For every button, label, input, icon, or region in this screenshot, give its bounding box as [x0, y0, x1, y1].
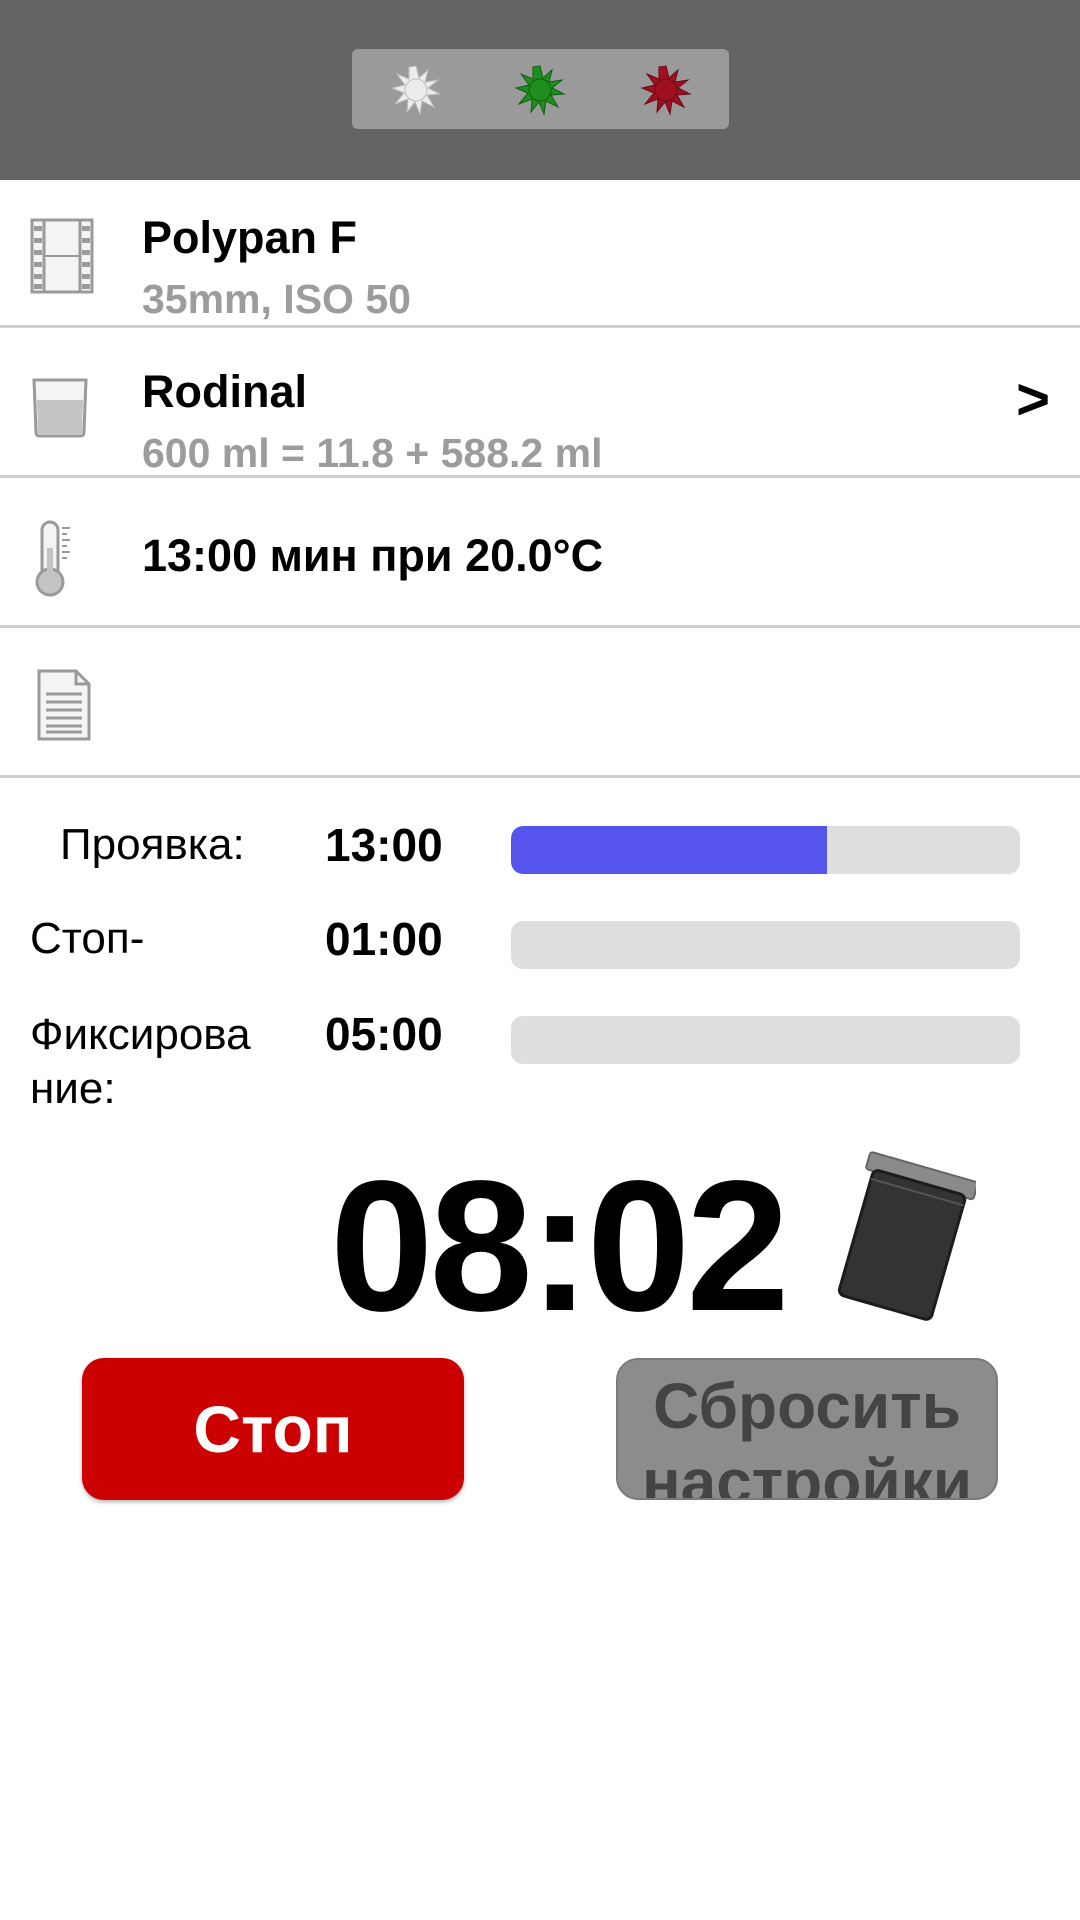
top-bar: [0, 0, 1080, 180]
document-icon: [37, 669, 91, 741]
countdown-timer: 08:02: [330, 1143, 790, 1350]
developer-name: Rodinal: [142, 366, 307, 417]
stage-time: 01:00: [325, 913, 443, 965]
red-light-icon[interactable]: [640, 64, 692, 116]
stop-button[interactable]: Стоп: [82, 1358, 464, 1500]
developing-tank-icon[interactable]: [816, 1148, 976, 1326]
development-time-temperature: 13:00 мин при 20.0°C: [142, 530, 604, 581]
stage-progress-fill: [511, 826, 827, 874]
stage-progress-bar: [511, 826, 1020, 874]
beaker-icon: [32, 378, 88, 438]
notes-row[interactable]: [0, 630, 1080, 778]
developer-details: 600 ml = 11.8 + 588.2 ml: [142, 430, 603, 476]
stage-label: Проявка:: [60, 820, 245, 869]
thermometer-icon: [35, 520, 70, 597]
developer-row[interactable]: Rodinal 600 ml = 11.8 + 588.2 ml >: [0, 330, 1080, 478]
stage-progress-bar: [511, 921, 1020, 969]
reset-settings-button[interactable]: Сбросить настройки: [616, 1358, 998, 1500]
chevron-right-icon[interactable]: >: [1016, 366, 1050, 433]
film-name: Polypan F: [142, 212, 358, 263]
stage-progress-bar: [511, 1016, 1020, 1064]
stage-time: 05:00: [325, 1008, 443, 1060]
green-light-icon[interactable]: [514, 64, 566, 116]
film-row[interactable]: Polypan F 35mm, ISO 50: [0, 180, 1080, 328]
safelight-selector[interactable]: [352, 49, 729, 129]
temperature-row[interactable]: 13:00 мин при 20.0°C: [0, 480, 1080, 628]
film-strip-icon: [30, 218, 94, 294]
stage-label: Фиксирование:: [30, 1010, 251, 1113]
stage-time: 13:00: [325, 819, 443, 871]
film-details: 35mm, ISO 50: [142, 276, 411, 322]
white-light-icon[interactable]: [390, 64, 442, 116]
stage-label: Стоп-: [30, 914, 145, 963]
